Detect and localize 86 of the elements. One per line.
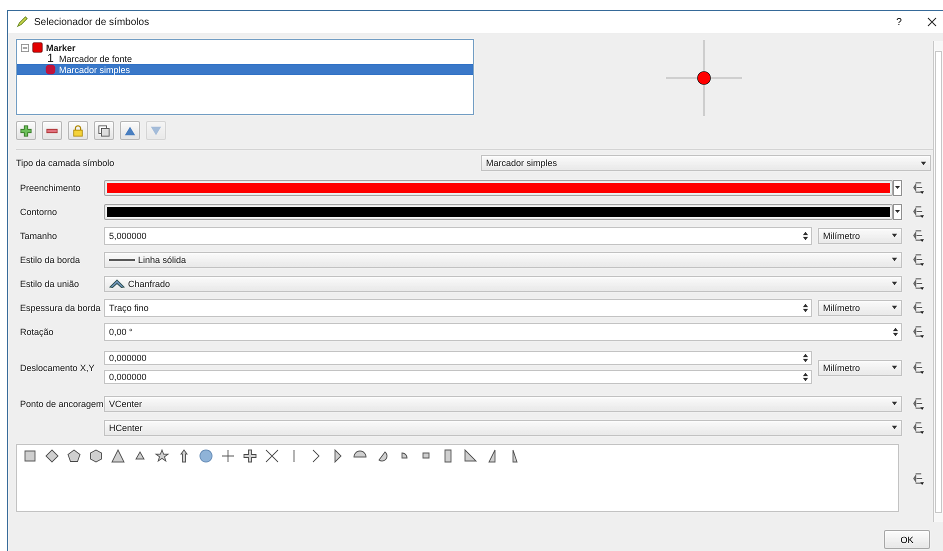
ok-button[interactable]: OK [884,530,930,549]
lock-layer-button[interactable] [68,121,88,140]
layer-type-dropdown[interactable]: Marcador simples [481,155,931,171]
add-layer-button[interactable] [16,121,36,140]
dropdown-arrow-icon [891,364,898,371]
data-defined-icon[interactable] [911,325,924,338]
dropdown-arrow-icon [891,400,898,407]
property-label: Deslocamento X,Y [19,362,96,374]
tree-item[interactable]: 1 Marcador de fonte [17,53,473,64]
shape-icon[interactable] [110,448,126,464]
data-defined-icon[interactable] [911,205,924,218]
property-label: Preenchimento [19,182,82,194]
property-label: Estilo da união [19,278,80,290]
shape-icon[interactable] [44,448,60,464]
lock-icon [72,124,84,136]
dropdown-arrow-icon [891,304,898,311]
marker-icon [45,64,56,75]
dropdown-arrow-icon [891,256,898,263]
property-label: Ponto de ancoragem [19,398,104,411]
shape-icon[interactable] [264,448,280,464]
property-dropdown[interactable]: Chanfrado [104,276,902,292]
spin-field[interactable]: 0,00 ° [104,322,902,340]
up-triangle-icon [124,124,136,136]
dropdown-arrow-icon [891,280,898,287]
property-dropdown[interactable]: Linha sólida [104,252,902,268]
unit-dropdown[interactable]: Milímetro [818,228,902,244]
copy-icon [98,124,110,136]
property-label: Contorno [19,206,58,218]
data-defined-icon[interactable] [911,253,924,266]
dropdown-arrow-icon [891,424,898,431]
color-menu-icon[interactable] [893,180,902,196]
data-defined-icon[interactable] [911,229,924,242]
shape-icon[interactable] [198,448,214,464]
shape-icon[interactable] [66,448,82,464]
spin-arrows-icon[interactable] [802,371,809,383]
property-label: Estilo da borda [19,254,82,266]
color-button[interactable] [104,204,893,220]
tree-item[interactable]: Marker [17,42,473,53]
shape-icon[interactable] [88,448,104,464]
unit-dropdown[interactable]: Milímetro [818,300,902,316]
data-defined-icon[interactable] [911,181,924,194]
data-defined-icon[interactable] [911,397,924,410]
down-triangle-icon [150,124,162,136]
close-icon[interactable] [927,17,937,27]
scrollbar[interactable] [933,41,943,522]
spin-field[interactable]: Traço fino [104,298,812,316]
dropdown-arrow-icon [891,232,898,239]
layer-type-label: Tipo da camada símbolo [16,158,116,168]
property-dropdown[interactable]: VCenter [104,396,902,412]
dropdown-arrow-icon [920,160,927,166]
data-defined-icon[interactable] [911,361,924,374]
solid-line-icon [109,258,135,262]
property-dropdown[interactable]: HCenter [104,420,902,436]
collapse-icon[interactable] [21,44,29,52]
color-menu-icon[interactable] [893,204,902,220]
data-defined-icon[interactable] [911,472,924,484]
property-label: Tamanho [19,230,58,242]
spin-field[interactable]: 0,000000 [104,351,812,365]
spin-arrows-icon[interactable] [802,302,809,314]
bevel-join-icon [109,279,125,288]
data-defined-icon[interactable] [911,301,924,314]
shape-icon[interactable] [242,448,258,464]
marker-icon [32,42,43,53]
shape-icon[interactable] [462,448,478,464]
pencil-icon [16,16,28,28]
shape-icon[interactable] [22,448,38,464]
unit-dropdown[interactable]: Milímetro [818,360,902,376]
shape-icon[interactable] [154,448,170,464]
spin-field[interactable]: 5,000000 [104,226,812,244]
data-defined-icon[interactable] [911,277,924,290]
spin-arrows-icon[interactable] [802,352,809,364]
shape-icon[interactable] [220,448,236,464]
spin-arrows-icon[interactable] [802,230,809,242]
tree-item[interactable]: Marcador simples [17,64,473,75]
duplicate-layer-button[interactable] [94,121,114,140]
property-label: Espessura da borda [19,302,102,315]
up-layer-button[interactable] [120,121,140,140]
plus-icon [20,124,32,136]
remove-layer-button[interactable] [42,121,62,140]
window-title: Selecionador de símbolos [34,16,150,28]
color-button[interactable] [104,180,893,196]
property-label: Rotação [19,326,55,339]
spin-arrows-icon[interactable] [892,326,899,338]
spin-field[interactable]: 0,000000 [104,370,812,384]
help-button[interactable]: ? [887,16,911,28]
data-defined-icon[interactable] [911,421,924,434]
